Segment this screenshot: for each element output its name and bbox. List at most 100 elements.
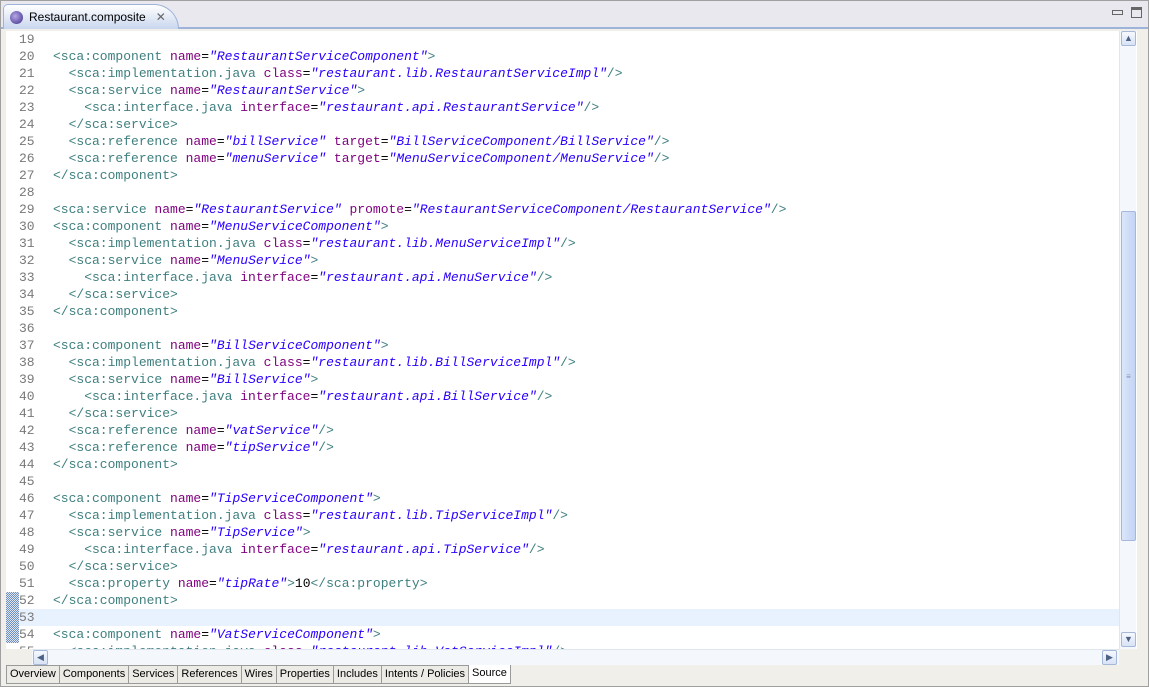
code-line[interactable]: 23 <sca:interface.java interface="restau…: [19, 99, 1119, 116]
page-tab-references[interactable]: References: [178, 665, 242, 684]
scroll-up-button[interactable]: ▲: [1121, 31, 1136, 46]
code-line[interactable]: 50 </sca:service>: [19, 558, 1119, 575]
xml-attribute: name: [170, 49, 202, 64]
code-line[interactable]: 38 <sca:implementation.java class="resta…: [19, 354, 1119, 371]
code-line[interactable]: 40 <sca:interface.java interface="restau…: [19, 388, 1119, 405]
xml-tag: <sca:component: [53, 338, 171, 353]
code-line[interactable]: 53: [19, 609, 1119, 626]
code-line[interactable]: 39 <sca:service name="BillService">: [19, 371, 1119, 388]
line-number: 49: [19, 542, 35, 557]
code-line[interactable]: 54 <sca:component name="VatServiceCompone…: [19, 626, 1119, 643]
code-line[interactable]: 22 <sca:service name="RestaurantService"…: [19, 82, 1119, 99]
xml-attribute: target: [333, 134, 381, 149]
maximize-icon[interactable]: [1131, 7, 1142, 18]
code-line[interactable]: 46 <sca:component name="TipServiceCompone…: [19, 490, 1119, 507]
code-line[interactable]: 25 <sca:reference name="billService" tar…: [19, 133, 1119, 150]
vertical-scroll-thumb[interactable]: ≡: [1121, 211, 1136, 541]
code-line[interactable]: 49 <sca:interface.java interface="restau…: [19, 541, 1119, 558]
code-line[interactable]: 35 </sca:component>: [19, 303, 1119, 320]
source-editor[interactable]: 19 20 <sca:component name="RestaurantServi…: [6, 31, 1137, 649]
xml-attribute: interface: [240, 270, 311, 285]
xml-value: "restaurant.lib.MenuServiceImpl": [310, 236, 561, 251]
code-line[interactable]: 27 </sca:component>: [19, 167, 1119, 184]
horizontal-scrollbar[interactable]: ◀ ▶: [32, 649, 1119, 665]
code-text: <sca:component name="RestaurantServiceCo…: [53, 48, 435, 65]
page-tab-properties[interactable]: Properties: [276, 665, 334, 684]
code-line[interactable]: 48 <sca:service name="TipService">: [19, 524, 1119, 541]
xml-tag: />: [552, 508, 568, 523]
page-tab-source[interactable]: Source: [469, 665, 511, 684]
close-icon[interactable]: ✕: [156, 10, 166, 24]
xml-tag: />: [318, 440, 334, 455]
xml-tag: />: [560, 236, 576, 251]
code-text: <sca:service name="RestaurantService">: [53, 82, 366, 99]
xml-text: 10: [294, 576, 311, 591]
code-line[interactable]: 20 <sca:component name="RestaurantService…: [19, 48, 1119, 65]
scroll-right-button[interactable]: ▶: [1102, 650, 1117, 665]
line-number: 24: [19, 117, 35, 132]
xml-tag: <sca:component: [53, 49, 171, 64]
page-tab-components[interactable]: Components: [59, 665, 130, 684]
xml-value: "MenuServiceComponent/MenuService": [388, 151, 654, 166]
xml-tag: [342, 202, 350, 217]
code-line[interactable]: 47 <sca:implementation.java class="resta…: [19, 507, 1119, 524]
scroll-down-button[interactable]: ▼: [1121, 632, 1136, 647]
code-text: <sca:reference name="vatService"/>: [53, 422, 334, 439]
xml-tag: [326, 151, 334, 166]
code-text: <sca:service name="MenuService">: [53, 252, 319, 269]
page-tab-wires[interactable]: Wires: [241, 665, 277, 684]
page-tab-intents-policies[interactable]: Intents / Policies: [381, 665, 469, 684]
code-line[interactable]: 29 <sca:service name = "RestaurantService" …: [19, 201, 1119, 218]
editor-tab[interactable]: Restaurant.composite ✕: [3, 4, 179, 29]
code-line[interactable]: 30 <sca:component name="MenuServiceCompon…: [19, 218, 1119, 235]
xml-tag: </sca:service>: [53, 117, 178, 132]
page-tab-services[interactable]: Services: [129, 665, 179, 684]
code-line[interactable]: 31 <sca:implementation.java class="resta…: [19, 235, 1119, 252]
code-line[interactable]: 51 <sca:property name="tipRate">10</sca:…: [19, 575, 1119, 592]
code-line[interactable]: 28: [19, 184, 1119, 201]
xml-value: "BillServiceComponent": [209, 338, 381, 353]
code-line[interactable]: 52 </sca:component>: [19, 592, 1119, 609]
code-line[interactable]: 43 <sca:reference name="tipService"/>: [19, 439, 1119, 456]
xml-tag: </sca:property>: [310, 576, 428, 591]
code-line[interactable]: 36: [19, 320, 1119, 337]
code-line[interactable]: 32 <sca:service name="MenuService">: [19, 252, 1119, 269]
code-line[interactable]: 42 <sca:reference name="vatService"/>: [19, 422, 1119, 439]
xml-text: =: [201, 525, 210, 540]
line-number: 21: [19, 66, 35, 81]
line-number: 36: [19, 321, 35, 336]
code-line[interactable]: 26 <sca:reference name="menuService" tar…: [19, 150, 1119, 167]
xml-tag: >: [427, 49, 436, 64]
xml-text: =: [380, 151, 389, 166]
vertical-scrollbar[interactable]: ▲ ≡ ▼: [1119, 31, 1136, 649]
minimize-icon[interactable]: [1112, 10, 1123, 15]
code-line[interactable]: 33 <sca:interface.java interface="restau…: [19, 269, 1119, 286]
code-line[interactable]: 44 </sca:component>: [19, 456, 1119, 473]
scroll-left-button[interactable]: ◀: [33, 650, 48, 665]
xml-attribute: name: [177, 576, 210, 591]
code-line[interactable]: 24 </sca:service>: [19, 116, 1119, 133]
code-text: <sca:component name="BillServiceComponen…: [53, 337, 389, 354]
code-lines[interactable]: 19 20 <sca:component name="RestaurantServi…: [19, 31, 1119, 649]
code-line[interactable]: 41 </sca:service>: [19, 405, 1119, 422]
code-text: </sca:component>: [53, 456, 178, 473]
xml-tag: <sca:service: [53, 202, 155, 217]
code-line[interactable]: 34 </sca:service>: [19, 286, 1119, 303]
page-tab-includes[interactable]: Includes: [333, 665, 382, 684]
line-number: 23: [19, 100, 35, 115]
code-line[interactable]: 21 <sca:implementation.java class="resta…: [19, 65, 1119, 82]
xml-attribute: target: [333, 151, 381, 166]
page-tab-overview[interactable]: Overview: [6, 665, 60, 684]
line-number: 31: [19, 236, 35, 251]
code-line[interactable]: 45: [19, 473, 1119, 490]
xml-value: "RestaurantService": [193, 202, 342, 217]
xml-text: =: [209, 576, 217, 591]
xml-tag: >: [372, 627, 381, 642]
code-line[interactable]: 19: [19, 31, 1119, 48]
line-number: 43: [19, 440, 35, 455]
xml-tag: <sca:implementation.java: [53, 66, 264, 81]
xml-tag: />: [653, 151, 670, 166]
xml-attribute: name: [170, 525, 202, 540]
code-text: <sca:reference name="menuService" target…: [53, 150, 670, 167]
code-line[interactable]: 37 <sca:component name="BillServiceCompon…: [19, 337, 1119, 354]
